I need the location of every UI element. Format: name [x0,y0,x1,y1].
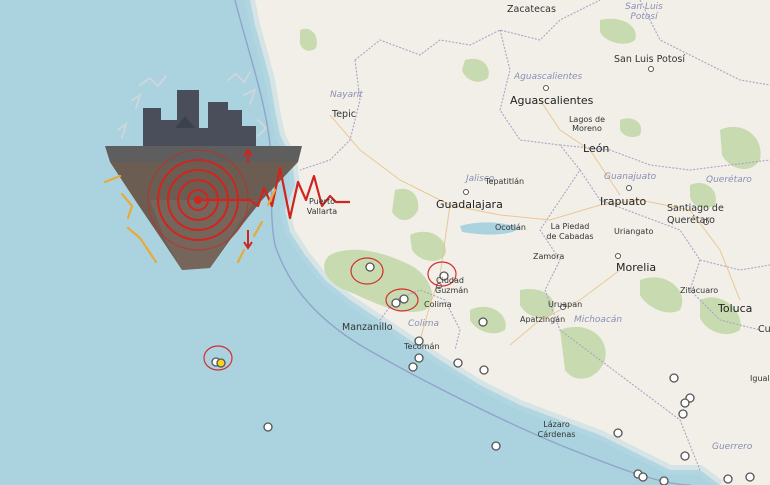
city-label-ocotlan: Ocotlán [495,223,526,232]
quake-marker [408,362,418,372]
quake-marker [479,365,489,375]
city-label-iguala: Igual [750,374,770,383]
city-label-guadalajara: Guadalajara [436,198,503,211]
quake-marker [678,409,688,419]
city-label-ciudad-guzman: Ciudad Guzmán [435,276,469,295]
city-label-tepic: Tepic [332,109,356,120]
quake-marker [745,472,755,482]
city-label-lazaro-cardenas: Lázaro Cárdenas [537,420,576,439]
city-label-tecoman: Tecomán [404,342,440,351]
state-label-guanajuato: Guanajuato [604,172,657,182]
city-label-cu: Cu [758,324,770,335]
city-label-zamora: Zamora [533,252,565,261]
city-label-santiago-de-queretaro: Santiago de Querétaro [667,203,724,226]
quake-marker [478,317,488,327]
city-label-leon: León [583,142,610,155]
city-label-colima: Colima [424,300,452,309]
city-label-zitacuaro: Zitácuaro [680,286,719,295]
quake-marker [491,441,501,451]
quake-marker [414,353,424,363]
state-label-guerrero: Guerrero [712,442,753,452]
state-label-michoacan: Michoacán [574,315,623,325]
city-label-uruapan: Uruapan [548,300,583,309]
city-label-puerto-vallarta: Puerto Vallarta [306,197,338,216]
quake-marker [453,358,463,368]
quake-marker [669,373,679,383]
city-label-lagos-de-moreno: Lagos de Moreno [568,115,606,133]
quake-marker [723,474,733,484]
state-label-queretaro: Querétaro [706,175,752,185]
quake-marker [659,476,669,485]
quake-marker [680,398,690,408]
quake-marker [680,451,690,461]
city-label-manzanillo: Manzanillo [342,322,393,333]
quake-marker [391,298,401,308]
quake-marker [365,262,375,272]
city-label-san-luis-potosi: San Luis Potosí [614,54,685,65]
earthquake-map[interactable]: Zacatecas San Luis Potosí San Luis Potos… [0,0,770,485]
state-label-colima: Colima [408,319,440,329]
quake-marker-highlight [216,358,226,368]
state-label-aguascalientes: Aguascalientes [514,72,583,82]
quake-marker [263,422,273,432]
state-label-nayarit: Nayarit [330,90,363,100]
map-canvas [0,0,770,485]
city-label-aguascalientes: Aguascalientes [510,94,594,107]
city-label-uriangato: Uriangato [614,227,654,236]
city-label-la-piedad: La Piedad de Cabadas [546,222,594,241]
quake-marker [613,428,623,438]
city-label-apatzingan: Apatzingán [520,315,566,324]
city-label-zacatecas: Zacatecas [507,4,556,15]
city-label-toluca: Toluca [718,302,753,315]
city-label-morelia: Morelia [616,261,657,274]
quake-marker [638,472,648,482]
quake-marker [399,294,409,304]
city-label-tepatitlan: Tepatitlán [485,177,525,186]
state-label-san-luis-potosi: San Luis Potosí [625,2,663,22]
city-label-irapuato: Irapuato [600,195,647,208]
